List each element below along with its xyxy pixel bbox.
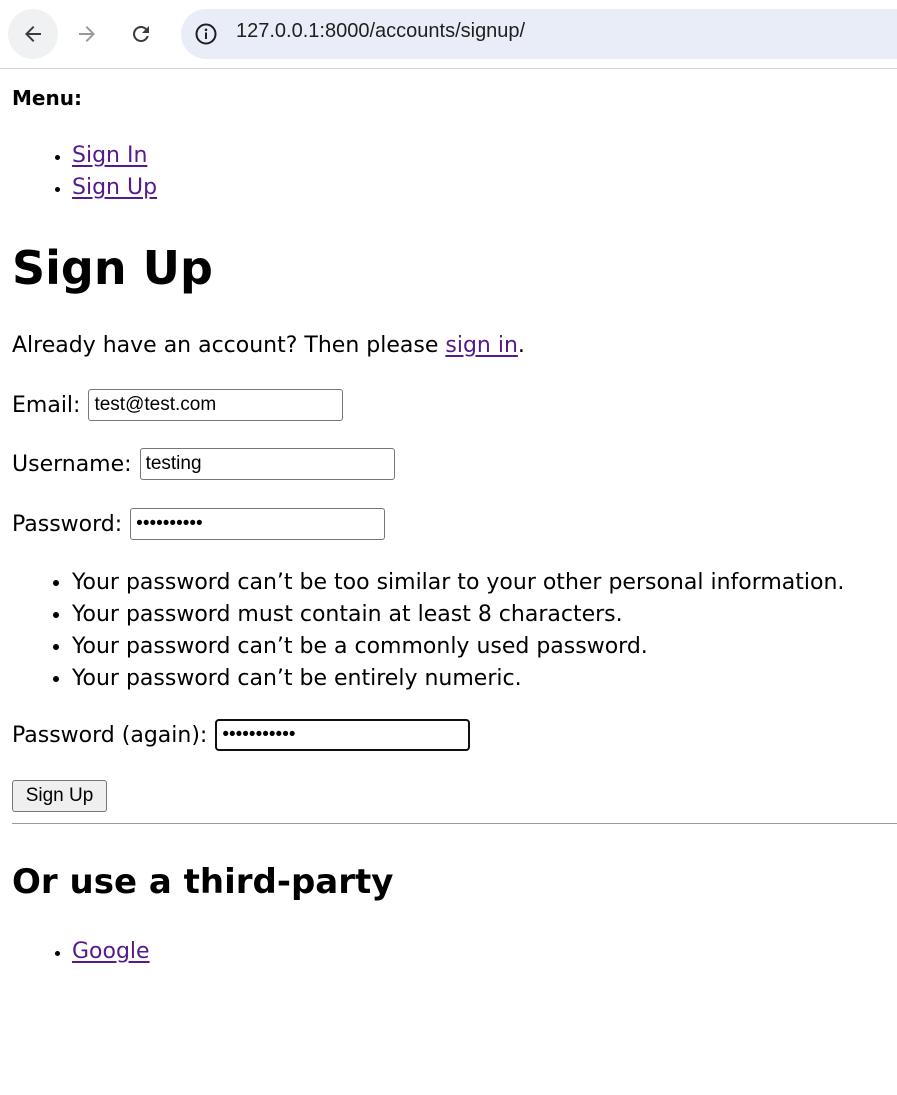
password-help-item: Your password must contain at least 8 ch… [72,599,844,631]
google-link[interactable]: Google [72,939,150,964]
password-field[interactable] [130,508,386,540]
address-bar[interactable]: 127.0.0.1:8000/accounts/signup/ [181,9,897,59]
password-again-row: Password (again): [12,719,471,751]
password-again-field[interactable] [215,719,471,751]
forward-button[interactable] [62,9,112,59]
provider-item-google: Google [72,936,150,968]
reload-button[interactable] [116,9,166,59]
sign-in-link[interactable]: Sign In [72,143,147,168]
divider [12,823,897,824]
browser-toolbar: 127.0.0.1:8000/accounts/signup/ [0,0,897,69]
menu-item-sign-in: Sign In [72,140,157,172]
email-row: Email: [12,389,344,421]
url-text[interactable]: 127.0.0.1:8000/accounts/signup/ [236,20,525,43]
username-label: Username: [12,451,132,477]
password-help-item: Your password can’t be a commonly used p… [72,631,844,663]
arrow-right-icon [79,26,95,42]
inline-sign-in-link[interactable]: sign in [445,333,518,358]
password-row: Password: [12,508,386,540]
back-button[interactable] [8,9,58,59]
password-label: Password: [12,511,123,537]
email-label: Email: [12,392,81,418]
reload-icon [133,25,149,42]
password-help-item: Your password can’t be too similar to yo… [72,567,844,599]
username-row: Username: [12,448,395,480]
menu-item-sign-up: Sign Up [72,172,157,204]
already-have-account-text: Already have an account? Then please sig… [12,333,525,358]
menu-list: Sign In Sign Up [0,140,157,204]
password-help-list: Your password can’t be too similar to yo… [0,567,844,695]
page-title: Sign Up [12,241,213,295]
username-field[interactable] [139,448,395,480]
arrow-left-icon [25,26,41,42]
sign-up-button[interactable]: Sign Up [12,780,107,812]
info-icon[interactable] [194,22,218,46]
provider-list: Google [0,936,150,968]
password-again-label: Password (again): [12,722,208,748]
menu-label: Menu: [12,86,82,110]
email-field[interactable] [88,389,344,421]
already-suffix: . [517,333,525,358]
sign-up-link[interactable]: Sign Up [72,175,157,200]
third-party-heading: Or use a third-party [12,862,394,902]
already-text: Already have an account? Then please [12,333,446,358]
password-help-item: Your password can’t be entirely numeric. [72,663,844,695]
